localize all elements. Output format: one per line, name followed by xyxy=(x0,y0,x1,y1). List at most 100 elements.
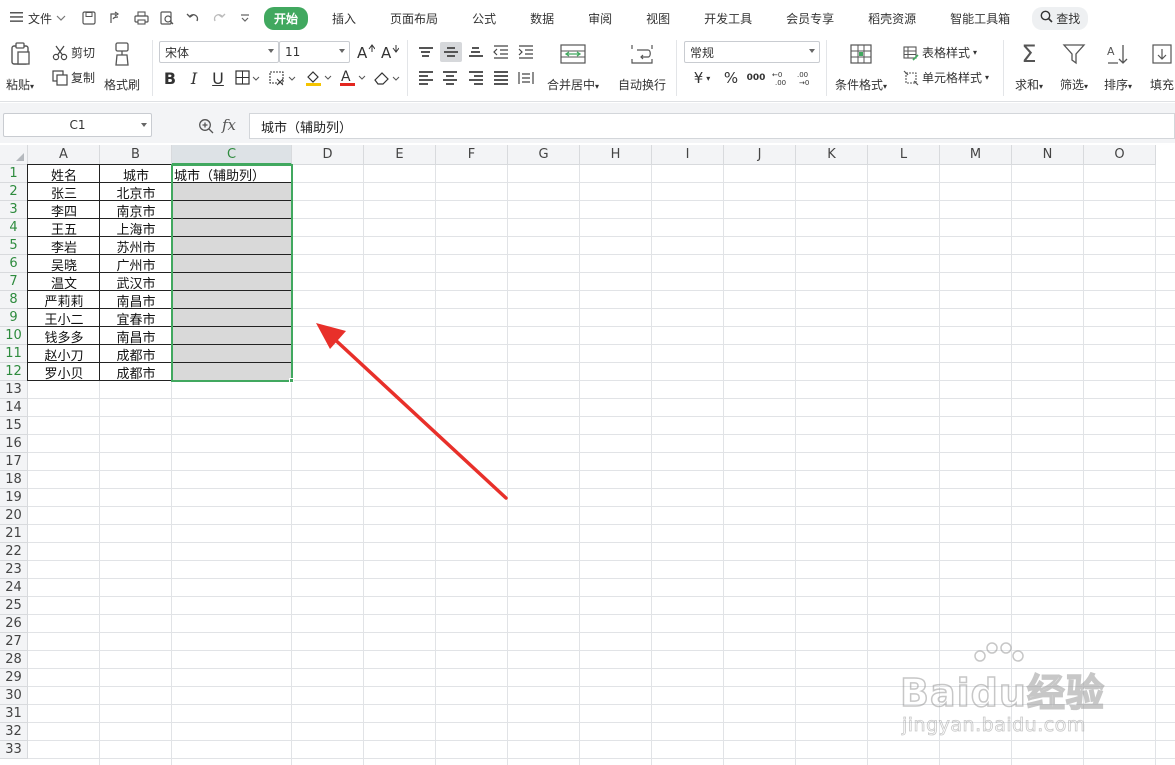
row-header-30[interactable]: 30 xyxy=(0,687,28,705)
fill-button[interactable]: 填充 xyxy=(1148,40,1175,93)
cell-a5[interactable]: 李岩 xyxy=(28,237,100,256)
tab-docer-resources[interactable]: 稻壳资源 xyxy=(858,7,926,30)
row-header-22[interactable]: 22 xyxy=(0,543,28,561)
copy-button[interactable]: 复制 xyxy=(52,69,95,86)
fill-color-icon[interactable] xyxy=(304,68,334,88)
column-header-b[interactable]: B xyxy=(100,145,172,165)
cut-button[interactable]: 剪切 xyxy=(52,44,95,61)
cell-c4[interactable] xyxy=(172,219,292,237)
row-header-28[interactable]: 28 xyxy=(0,651,28,669)
row-header-5[interactable]: 5 xyxy=(0,237,28,255)
worksheet-grid[interactable]: A B C D E F G H I J K L M N O 1 2 3 4 5 6 7 8 9 10 11 12 13 14 15 16 17… xyxy=(0,145,1175,765)
zoom-icon[interactable] xyxy=(197,117,215,135)
fill-handle[interactable] xyxy=(289,378,294,383)
increase-indent-icon[interactable] xyxy=(516,42,536,62)
insert-function-button[interactable]: fx xyxy=(222,116,236,134)
align-top-icon[interactable] xyxy=(416,42,436,62)
row-header-23[interactable]: 23 xyxy=(0,561,28,579)
search-button[interactable]: 查找 xyxy=(1032,6,1089,30)
print-preview-icon[interactable] xyxy=(158,9,176,27)
cell-a8[interactable]: 严莉莉 xyxy=(28,291,100,310)
cell-c6[interactable] xyxy=(172,255,292,273)
decrease-font-size-icon[interactable]: A xyxy=(380,42,400,62)
cell-a3[interactable]: 李四 xyxy=(28,201,100,220)
cell-format-icon[interactable] xyxy=(268,68,298,88)
row-header-25[interactable]: 25 xyxy=(0,597,28,615)
cell-b4[interactable]: 上海市 xyxy=(100,219,172,238)
row-header-33[interactable]: 33 xyxy=(0,741,28,759)
column-header-n[interactable]: N xyxy=(1012,145,1084,165)
format-painter-button[interactable]: 格式刷 xyxy=(104,40,140,93)
align-bottom-icon[interactable] xyxy=(466,42,486,62)
decrease-decimal-icon[interactable]: .00 →0 xyxy=(796,68,816,88)
row-header-20[interactable]: 20 xyxy=(0,507,28,525)
row-header-3[interactable]: 3 xyxy=(0,201,28,219)
cell-b12[interactable]: 成都市 xyxy=(100,363,172,382)
cell-b3[interactable]: 南京市 xyxy=(100,201,172,220)
row-header-15[interactable]: 15 xyxy=(0,417,28,435)
row-header-9[interactable]: 9 xyxy=(0,309,28,327)
cell-a11[interactable]: 赵小刀 xyxy=(28,345,100,364)
cell-b11[interactable]: 成都市 xyxy=(100,345,172,364)
row-header-31[interactable]: 31 xyxy=(0,705,28,723)
tab-developer[interactable]: 开发工具 xyxy=(694,7,762,30)
column-header-o[interactable]: O xyxy=(1084,145,1156,165)
column-header-l[interactable]: L xyxy=(868,145,940,165)
row-header-29[interactable]: 29 xyxy=(0,669,28,687)
align-center-icon[interactable] xyxy=(440,68,460,88)
font-color-icon[interactable]: A xyxy=(338,68,368,88)
align-right-icon[interactable] xyxy=(466,68,486,88)
row-header-12[interactable]: 12 xyxy=(0,363,28,381)
tab-data[interactable]: 数据 xyxy=(520,7,564,30)
select-all-corner[interactable] xyxy=(0,145,28,165)
row-header-21[interactable]: 21 xyxy=(0,525,28,543)
cell-c9[interactable] xyxy=(172,309,292,327)
print-icon[interactable] xyxy=(132,9,150,27)
sort-button[interactable]: A 排序▾ xyxy=(1104,40,1132,93)
cell-b6[interactable]: 广州市 xyxy=(100,255,172,274)
increase-decimal-icon[interactable]: ←0.00 xyxy=(771,68,791,88)
tab-view[interactable]: 视图 xyxy=(636,7,680,30)
cell-b7[interactable]: 武汉市 xyxy=(100,273,172,292)
distributed-align-icon[interactable] xyxy=(516,68,536,88)
row-header-13[interactable]: 13 xyxy=(0,381,28,399)
row-header-7[interactable]: 7 xyxy=(0,273,28,291)
cell-a10[interactable]: 钱多多 xyxy=(28,327,100,346)
cell-b9[interactable]: 宜春市 xyxy=(100,309,172,328)
save-icon[interactable] xyxy=(80,9,98,27)
column-header-g[interactable]: G xyxy=(508,145,580,165)
file-menu[interactable]: 文件 xyxy=(10,10,66,27)
paste-button[interactable]: 粘贴▾ xyxy=(6,40,34,93)
underline-icon[interactable]: U xyxy=(208,68,228,88)
column-header-f[interactable]: F xyxy=(436,145,508,165)
undo-icon[interactable] xyxy=(184,9,202,27)
eraser-icon[interactable] xyxy=(372,68,402,88)
row-header-18[interactable]: 18 xyxy=(0,471,28,489)
row-header-19[interactable]: 19 xyxy=(0,489,28,507)
tab-home[interactable]: 开始 xyxy=(264,6,309,30)
tab-review[interactable]: 审阅 xyxy=(578,7,622,30)
customize-toolbar-icon[interactable] xyxy=(236,9,254,27)
tab-insert[interactable]: 插入 xyxy=(322,7,366,30)
cell-b5[interactable]: 苏州市 xyxy=(100,237,172,256)
cell-c2[interactable] xyxy=(172,183,292,201)
borders-icon[interactable] xyxy=(234,68,262,88)
cell-c11[interactable] xyxy=(172,345,292,363)
row-header-1[interactable]: 1 xyxy=(0,165,28,183)
bold-icon[interactable]: B xyxy=(160,68,180,88)
percent-icon[interactable]: % xyxy=(721,68,741,88)
cell-a9[interactable]: 王小二 xyxy=(28,309,100,328)
row-header-10[interactable]: 10 xyxy=(0,327,28,345)
wrap-text-button[interactable]: 自动换行 xyxy=(618,40,666,93)
decrease-indent-icon[interactable] xyxy=(491,42,511,62)
align-middle-icon[interactable] xyxy=(440,42,462,62)
number-format-select[interactable]: 常规 xyxy=(684,41,820,63)
cell-a7[interactable]: 温文 xyxy=(28,273,100,292)
column-header-a[interactable]: A xyxy=(28,145,100,165)
font-name-select[interactable]: 宋体 xyxy=(159,41,279,63)
cell-c1[interactable]: 城市（辅助列） xyxy=(172,165,292,184)
column-header-h[interactable]: H xyxy=(580,145,652,165)
row-header-2[interactable]: 2 xyxy=(0,183,28,201)
row-header-32[interactable]: 32 xyxy=(0,723,28,741)
cell-c12[interactable] xyxy=(172,363,292,381)
